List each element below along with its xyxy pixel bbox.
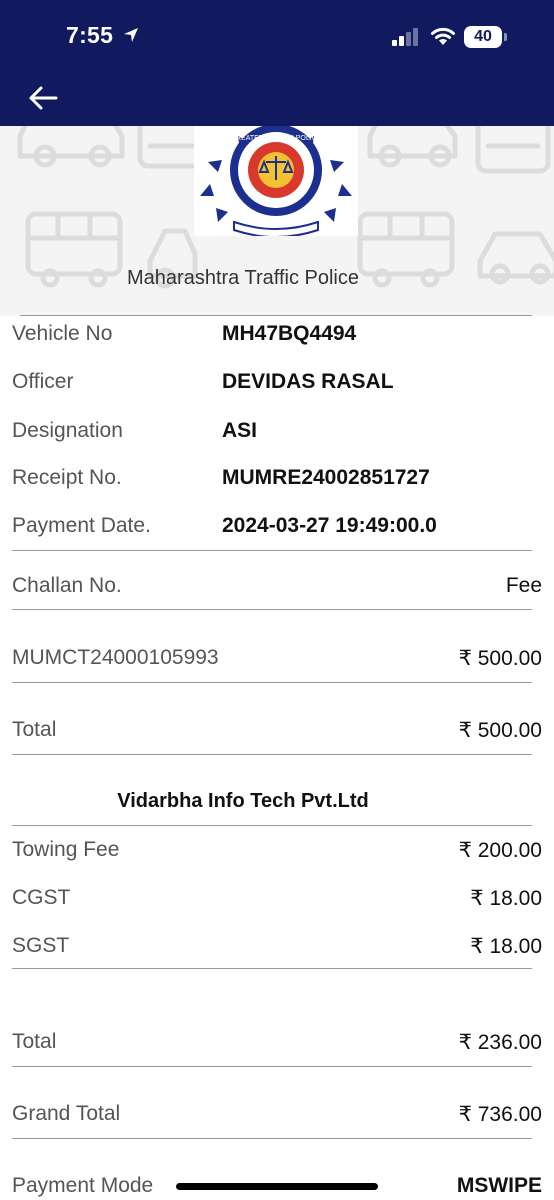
grand-total-label: Grand Total	[12, 1102, 121, 1125]
logo-text: GREATER MUMBAI POLICE	[231, 135, 322, 142]
battery-tip	[504, 33, 507, 41]
detail-label: Payment Date.	[12, 514, 151, 537]
towing-total-row: Total ₹ 236.00	[12, 1030, 542, 1060]
location-arrow-icon	[124, 28, 138, 42]
challan-total-label: Total	[12, 718, 57, 741]
challan-row: MUMCT24000105993 ₹ 500.00	[12, 646, 542, 676]
detail-value: MH47BQ4494	[222, 322, 357, 345]
towing-item-row: CGST ₹ 18.00	[12, 886, 542, 916]
challan-total-row: Total ₹ 500.00	[12, 718, 542, 748]
towing-item-row: Towing Fee ₹ 200.00	[12, 838, 542, 868]
detail-value: DEVIDAS RASAL	[222, 370, 394, 393]
detail-row-officer: Officer DEVIDAS RASAL	[12, 370, 542, 400]
cellular-signal-icon	[392, 28, 418, 46]
towing-item-label: CGST	[12, 886, 71, 909]
towing-item-value: ₹ 18.00	[470, 935, 542, 958]
challan-header-row: Challan No. Fee	[12, 574, 542, 604]
challan-number: MUMCT24000105993	[12, 646, 219, 669]
detail-value: ASI	[222, 419, 258, 442]
detail-label: Receipt No.	[12, 466, 122, 489]
divider	[20, 315, 532, 316]
grand-total-value: ₹ 736.00	[458, 1103, 542, 1126]
challan-total-value: ₹ 500.00	[458, 719, 542, 742]
page-title: Maharashtra Traffic Police	[127, 267, 359, 289]
detail-row-designation: Designation ASI	[12, 419, 542, 449]
status-bar: 7:55 40	[0, 0, 554, 70]
detail-row-receipt: Receipt No. MUMRE24002851727	[12, 466, 542, 496]
wifi-icon	[431, 27, 455, 45]
app-bar	[0, 70, 554, 126]
towing-item-row: SGST ₹ 18.00	[12, 934, 542, 964]
detail-label: Vehicle No	[12, 322, 113, 345]
payment-mode-value: MSWIPE	[456, 1174, 542, 1197]
fee-header-label: Fee	[505, 574, 542, 597]
towing-company-name: Vidarbha Info Tech Pvt.Ltd	[117, 790, 369, 812]
detail-value: 2024-03-27 19:49:00.0	[222, 514, 437, 537]
towing-item-label: SGST	[12, 934, 70, 957]
police-emblem-logo: GREATER MUMBAI POLICE	[200, 126, 352, 238]
divider	[12, 550, 532, 551]
divider	[12, 609, 532, 610]
divider	[12, 754, 532, 755]
home-indicator[interactable]	[176, 1183, 378, 1190]
divider	[12, 1138, 532, 1139]
divider	[12, 682, 532, 683]
towing-total-value: ₹ 236.00	[458, 1031, 542, 1054]
detail-value: MUMRE24002851727	[222, 466, 430, 489]
arrow-left-icon[interactable]	[26, 82, 60, 114]
logo-container: GREATER MUMBAI POLICE	[194, 126, 358, 238]
divider	[12, 968, 532, 969]
detail-row-vehicle: Vehicle No MH47BQ4494	[12, 322, 542, 352]
banner: GREATER MUMBAI POLICE Maharashtra Traffi…	[0, 126, 554, 316]
detail-row-payment-date: Payment Date. 2024-03-27 19:49:00.0	[12, 514, 542, 544]
towing-item-label: Towing Fee	[12, 838, 120, 861]
detail-label: Officer	[12, 370, 74, 393]
towing-total-label: Total	[12, 1030, 57, 1053]
payment-mode-label: Payment Mode	[12, 1174, 154, 1197]
grand-total-row: Grand Total ₹ 736.00	[12, 1102, 542, 1132]
divider	[12, 825, 532, 826]
challan-fee: ₹ 500.00	[458, 647, 542, 670]
challan-header-label: Challan No.	[12, 574, 122, 597]
towing-item-value: ₹ 200.00	[458, 839, 542, 862]
detail-label: Designation	[12, 419, 123, 442]
towing-item-value: ₹ 18.00	[470, 887, 542, 910]
status-time: 7:55	[66, 22, 114, 48]
battery-icon: 40	[464, 26, 502, 48]
divider	[12, 1066, 532, 1067]
